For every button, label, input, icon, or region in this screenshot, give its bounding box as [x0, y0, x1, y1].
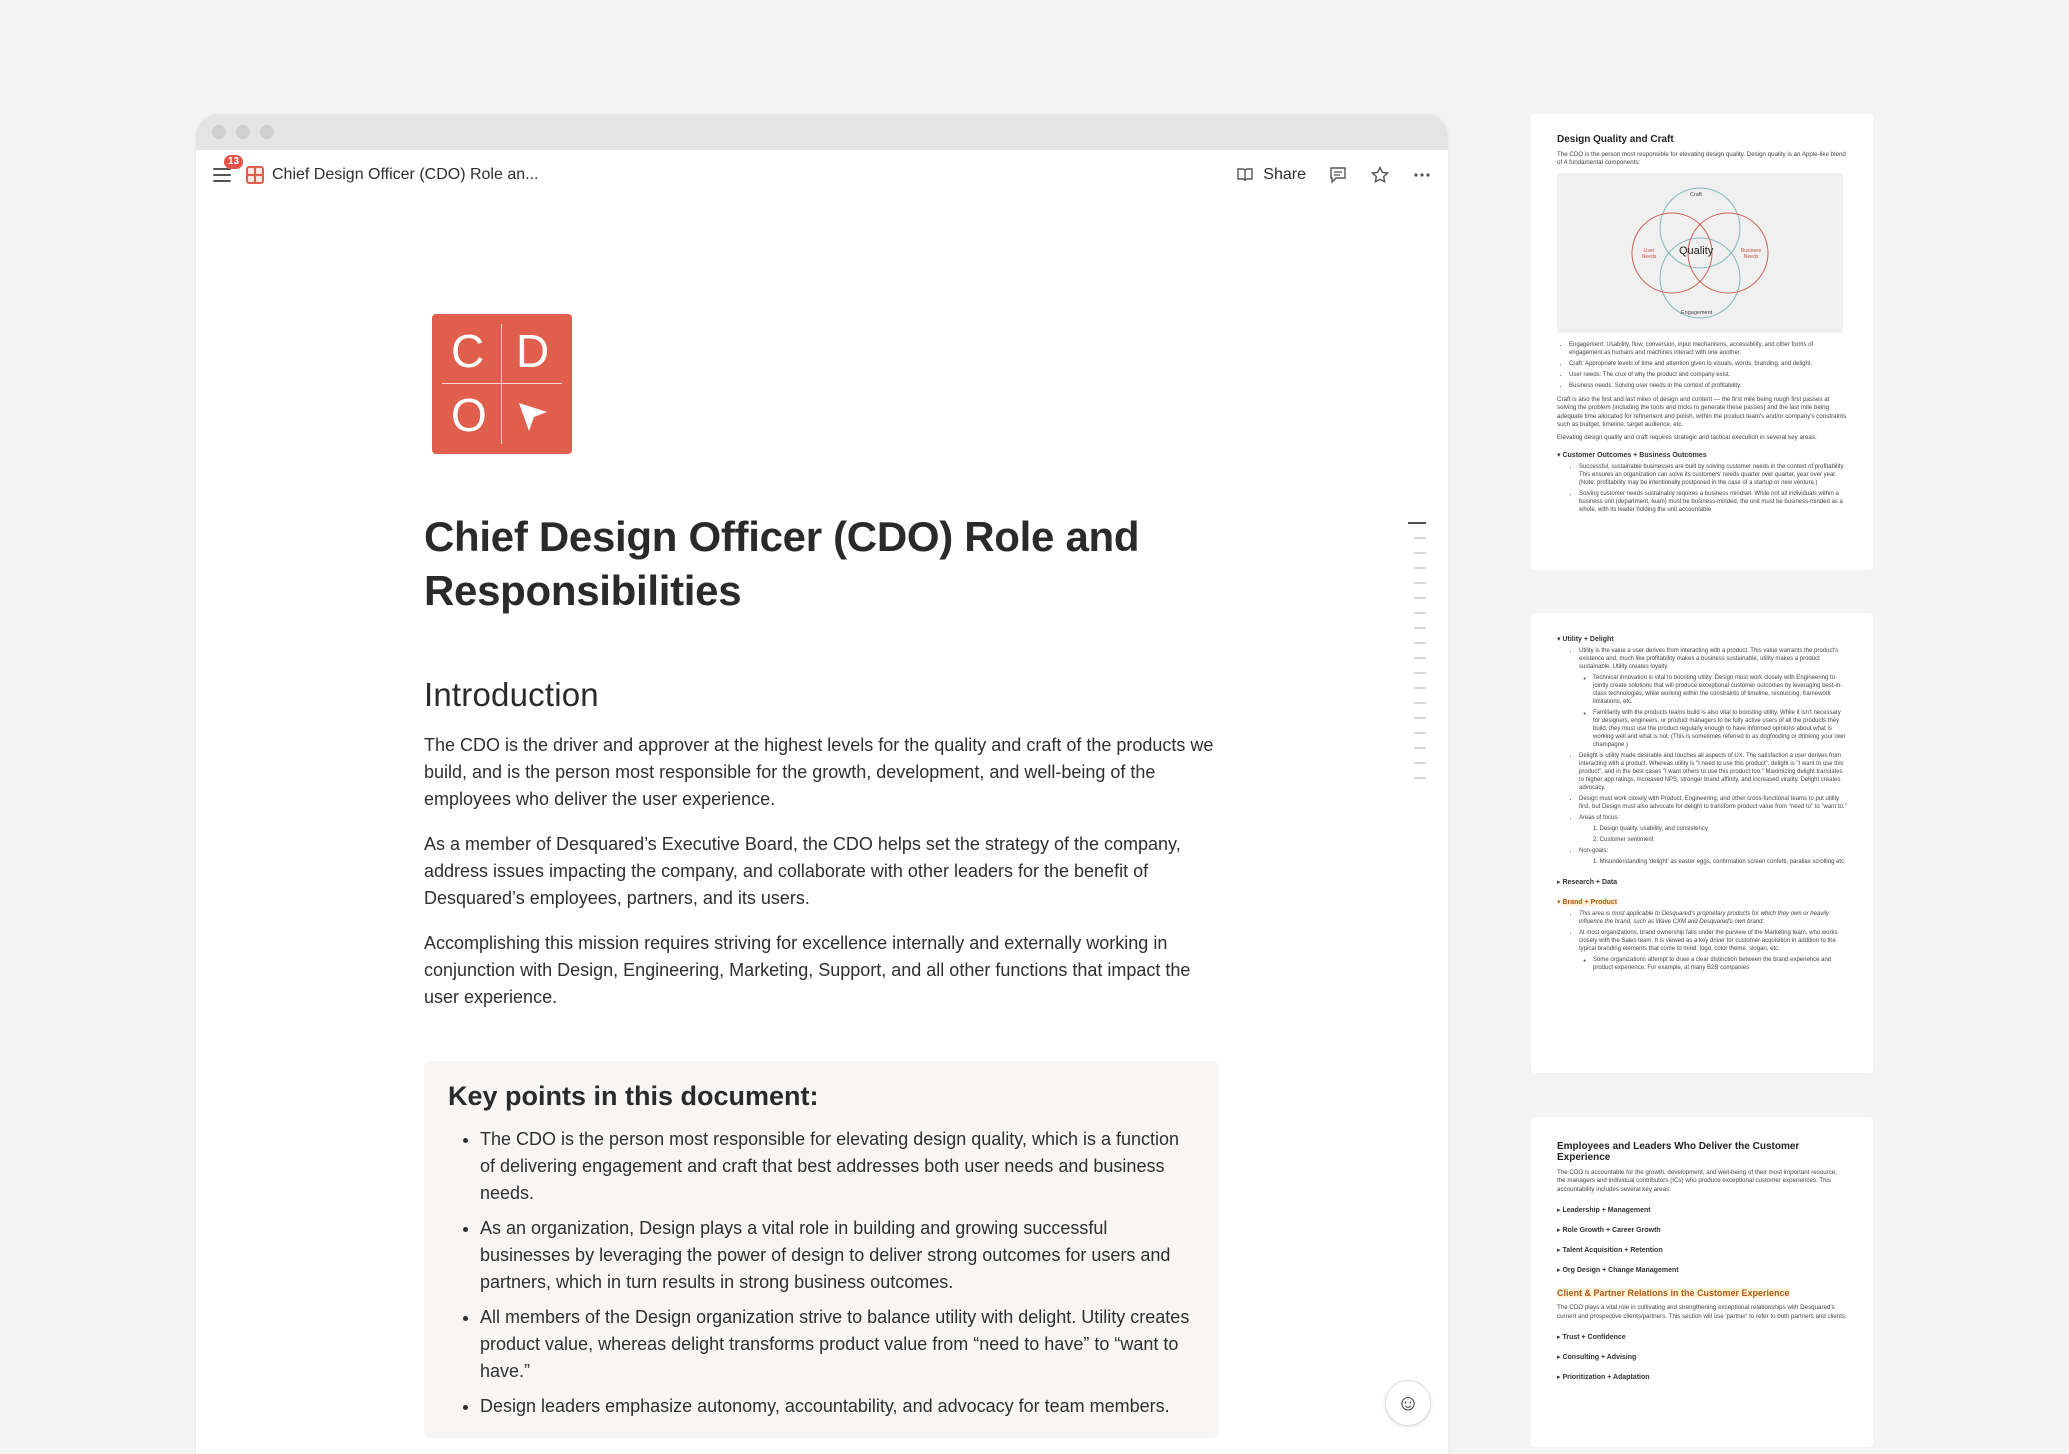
- list-item: Familiarity with the products teams buil…: [1593, 709, 1847, 749]
- list-item: 1. Design quality, usability, and consis…: [1593, 826, 1708, 832]
- window-minimize-dot[interactable]: [236, 125, 250, 139]
- window-close-dot[interactable]: [212, 125, 226, 139]
- list-item: Engagement: Usability, flow, conversion,…: [1569, 341, 1847, 357]
- list-item: Design must work closely with Product, E…: [1579, 795, 1847, 811]
- thumb-heading: Design Quality and Craft: [1557, 134, 1674, 145]
- callout-heading: Key points in this document:: [448, 1081, 819, 1111]
- page-thumbnail-3[interactable]: Employees and Leaders Who Deliver the Cu…: [1531, 1117, 1873, 1447]
- venn-bottom-label: Engagement: [1681, 309, 1713, 316]
- thumb-toggle: ▸ Talent Acquisition + Retention: [1557, 1247, 1663, 1255]
- menu-icon-line: [213, 174, 231, 176]
- document-body: C D O Chief Design Officer (CDO) Role an…: [424, 314, 1219, 1438]
- list-item: All members of the Design organization s…: [480, 1304, 1195, 1385]
- logo-letter-d: D: [516, 325, 550, 377]
- share-label: Share: [1263, 166, 1306, 183]
- intro-paragraph: As a member of Desquared’s Executive Boa…: [424, 834, 1181, 908]
- thumb-heading: Employees and Leaders Who Deliver the Cu…: [1557, 1141, 1800, 1163]
- doc-title-breadcrumb[interactable]: Chief Design Officer (CDO) Role an...: [272, 166, 538, 184]
- thumb-bullet-list: Engagement: Usability, flow, conversion,…: [1557, 341, 1847, 390]
- page-title: Chief Design Officer (CDO) Role and Resp…: [424, 513, 1140, 614]
- star-icon[interactable]: [1370, 165, 1390, 185]
- thumb-toggle: ▸ Role Growth + Career Growth: [1557, 1227, 1661, 1235]
- list-item: 2. Customer sentiment: [1593, 837, 1654, 843]
- list-item: Successful, sustainable businesses are b…: [1579, 463, 1847, 487]
- list-item: As an organization, Design plays a vital…: [480, 1215, 1195, 1296]
- logo-letter-c: C: [451, 325, 485, 377]
- thumb-toggle: ▸ Research + Data: [1557, 879, 1618, 886]
- intro-heading: Introduction: [424, 676, 599, 713]
- book-icon: [1237, 168, 1253, 182]
- thumb-subheading: Client & Partner Relations in the Custom…: [1557, 1288, 1790, 1299]
- thumb-paragraph: The CDO is accountable for the growth, d…: [1557, 1169, 1837, 1193]
- quality-venn-diagram: Quality Craft User Needs Business Needs …: [1557, 172, 1843, 333]
- thumb-bullet-list: This area is most applicable to Desquare…: [1557, 910, 1847, 972]
- share-button[interactable]: Share: [1235, 165, 1306, 185]
- window-zoom-dot[interactable]: [260, 125, 274, 139]
- document-window: 13 Chief Design Officer (CDO) Role an...…: [196, 114, 1448, 1454]
- key-points-list: The CDO is the person most responsible f…: [448, 1126, 1195, 1420]
- page-thumbnail-2[interactable]: ▾ Utility + Delight Utility is the value…: [1531, 613, 1873, 1073]
- notification-badge: 13: [224, 155, 244, 169]
- thumb-bullet-list: Utility is the value a user derives from…: [1557, 647, 1847, 866]
- thumb-toggle: ▾ Customer Outcomes + Business Outcomes: [1557, 451, 1707, 459]
- thumb-paragraph: Craft is also the first and last miles o…: [1557, 395, 1847, 429]
- logo-letter-o: O: [451, 389, 487, 441]
- intro-paragraph: The CDO is the driver and approver at th…: [424, 735, 1214, 809]
- list-item: Areas of focus:: [1579, 814, 1847, 822]
- cursor-arrow-icon: [519, 403, 547, 431]
- page-thumbnail-1[interactable]: Design Quality and Craft The CDO is the …: [1531, 114, 1873, 570]
- list-item: User needs: The crux of why the product …: [1569, 371, 1847, 379]
- thumb-toggle: ▸ Trust + Confidence: [1557, 1334, 1626, 1342]
- menu-icon-line: [213, 180, 231, 182]
- venn-top-label: Craft: [1690, 191, 1702, 198]
- cdo-logo: C D O: [432, 314, 572, 454]
- list-item: Business needs: Solving user needs in th…: [1569, 382, 1847, 390]
- thumb-paragraph: The CDO is the person most responsible f…: [1557, 151, 1846, 167]
- list-item: The CDO is the person most responsible f…: [480, 1126, 1195, 1207]
- intro-paragraph: Accomplishing this mission requires stri…: [424, 933, 1191, 1007]
- list-item: Craft: Appropriate levels of time and at…: [1569, 360, 1847, 368]
- thumb-toggle: ▾ Utility + Delight: [1557, 636, 1614, 643]
- list-item: Delight is utility made desirable and to…: [1579, 752, 1847, 792]
- venn-left-label: User Needs: [1641, 247, 1657, 260]
- outline-minimap[interactable]: [1408, 522, 1428, 779]
- thumb-bullet-list: Successful, sustainable businesses are b…: [1557, 463, 1847, 514]
- list-item: At most organizations, brand ownership f…: [1579, 929, 1847, 953]
- thumb-toggle: ▸ Org Design + Change Management: [1557, 1267, 1679, 1275]
- comment-icon[interactable]: [1328, 165, 1348, 185]
- assistant-button[interactable]: ☺: [1385, 1380, 1431, 1426]
- doc-icon: [246, 166, 264, 184]
- list-item: Technical innovation is vital to boostin…: [1593, 674, 1847, 706]
- thumb-toggle: ▸ Prioritization + Adaptation: [1557, 1374, 1650, 1382]
- list-item: Non-goals:: [1579, 847, 1847, 855]
- thumb-toggle: ▸ Consulting + Advising: [1557, 1354, 1637, 1362]
- list-item: Design leaders emphasize autonomy, accou…: [480, 1393, 1195, 1420]
- list-item: This area is most applicable to Desquare…: [1579, 910, 1847, 926]
- venn-center-label: Quality: [1679, 244, 1714, 257]
- thumb-paragraph: The CDO plays a vital role in cultivatin…: [1557, 1304, 1847, 1320]
- thumb-toggle: ▾ Brand + Product: [1557, 899, 1618, 906]
- thumb-toggle: ▸ Leadership + Management: [1557, 1207, 1651, 1215]
- list-item: 1. Misunderstanding 'delight' as easter …: [1593, 859, 1846, 865]
- menu-button[interactable]: 13: [212, 155, 244, 186]
- window-titlebar: [196, 114, 1448, 150]
- list-item: Solving customer needs sustainably requi…: [1579, 490, 1847, 514]
- list-item: Some organizations attempt to draw a cle…: [1593, 956, 1847, 972]
- doc-toolbar: 13 Chief Design Officer (CDO) Role an...…: [196, 150, 1448, 200]
- venn-right-label: Business Needs: [1740, 247, 1762, 260]
- list-item: Utility is the value a user derives from…: [1579, 647, 1847, 671]
- key-points-callout: Key points in this document: The CDO is …: [424, 1061, 1219, 1438]
- thumb-paragraph: Elevating design quality and craft requi…: [1557, 434, 1817, 442]
- more-icon[interactable]: [1412, 165, 1432, 185]
- assistant-icon: ☺: [1396, 1390, 1420, 1415]
